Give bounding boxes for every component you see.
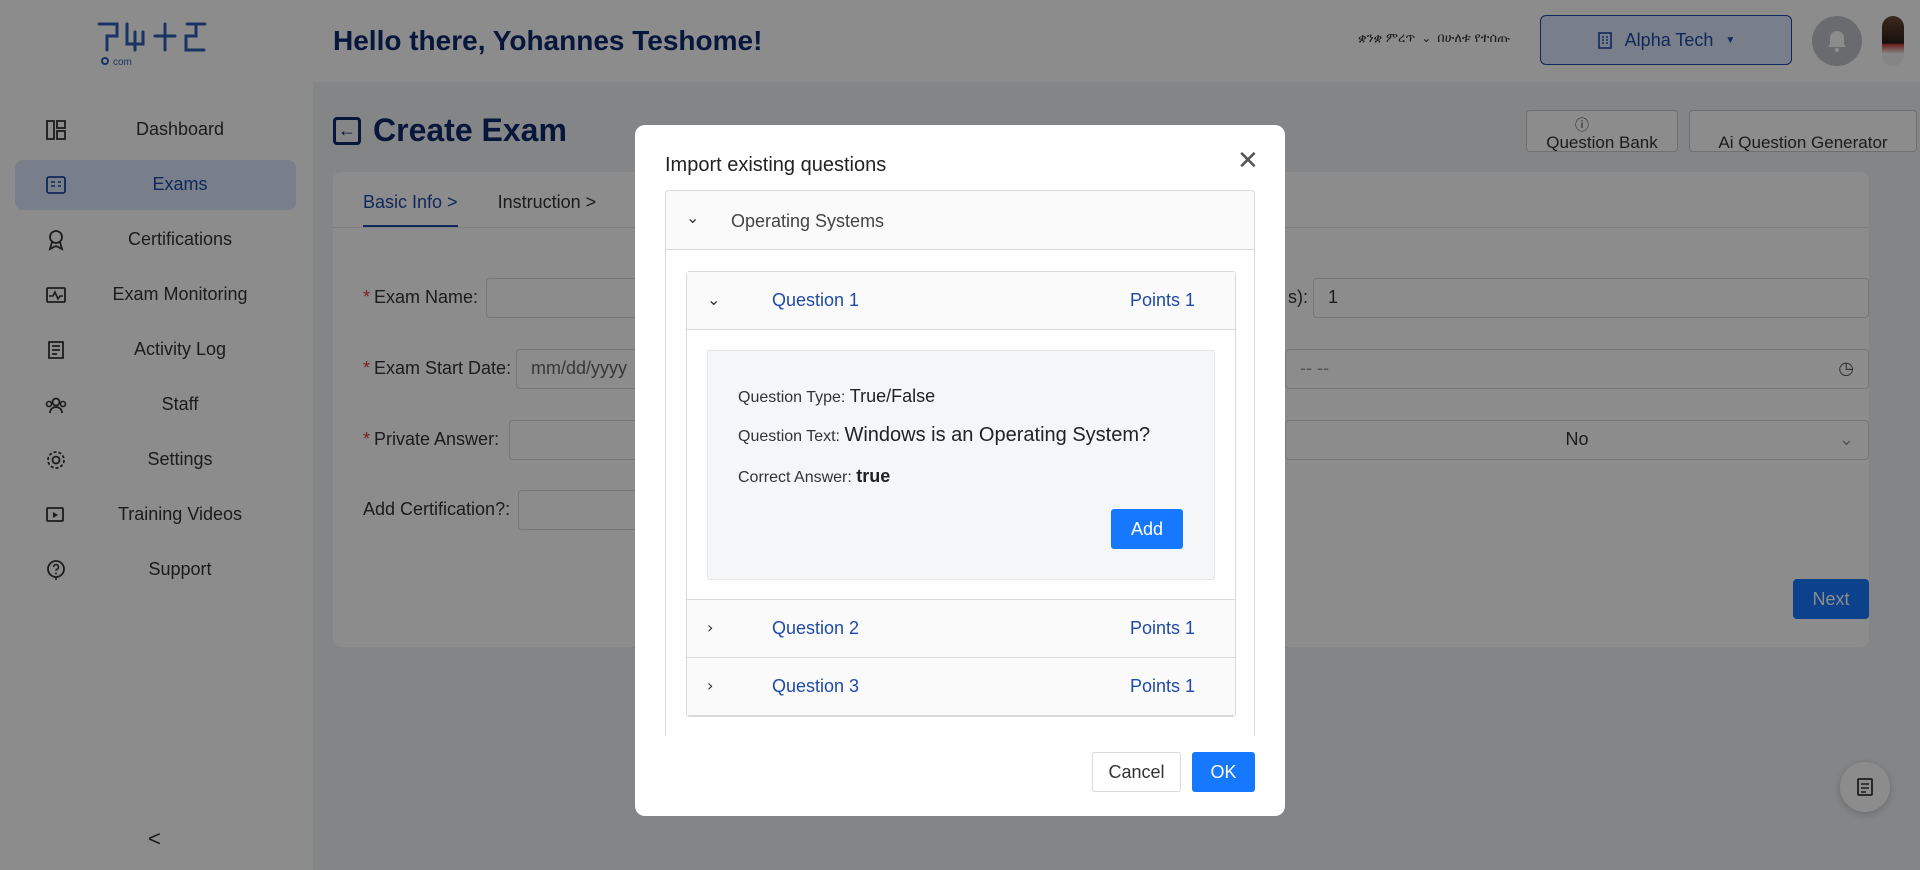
category-header[interactable]: ⌄ Operating Systems [666, 191, 1254, 250]
chevron-down-icon[interactable]: ⌄ [686, 208, 699, 227]
question-points: Points 1 [1129, 676, 1195, 696]
correct-answer-row: Correct Answer: true [738, 466, 890, 487]
question-title: Question 1 [772, 290, 860, 310]
close-icon[interactable]: ✕ [1237, 147, 1259, 173]
chevron-down-icon[interactable]: ⌄ [707, 290, 720, 309]
question-content: Question Type: True/False Question Text:… [687, 329, 1235, 599]
chevron-right-icon[interactable]: › [707, 618, 713, 637]
question-text-label: Question Text: [738, 428, 840, 445]
question-title: Question 3 [772, 676, 860, 696]
correct-answer-value: true [856, 466, 891, 486]
question-item: › Question 2 Points 1 [687, 600, 1235, 658]
question-item: ⌄ Question 1 Points 1 Question Type: Tru… [687, 272, 1235, 600]
question-header[interactable]: › Question 2 Points 1 [687, 600, 1235, 657]
question-header[interactable]: › Question 3 Points 1 [687, 658, 1235, 715]
question-type-label: Question Type: [738, 389, 846, 406]
question-type-value: True/False [849, 386, 936, 406]
question-item: › Question 3 Points 1 [687, 658, 1235, 716]
add-question-button[interactable]: Add [1111, 509, 1183, 549]
cancel-button[interactable]: Cancel [1092, 752, 1181, 792]
question-text-row: Question Text: Windows is an Operating S… [738, 424, 1150, 447]
question-points: Points 1 [1129, 290, 1195, 310]
import-questions-modal: Import existing questions ✕ ⌄ Operating … [635, 125, 1285, 816]
correct-answer-label: Correct Answer: [738, 469, 852, 486]
question-title: Question 2 [772, 618, 860, 638]
modal-body: ⌄ Operating Systems ⌄ Question 1 Points … [665, 190, 1255, 736]
ok-button[interactable]: OK [1192, 752, 1255, 792]
modal-title: Import existing questions [665, 154, 887, 176]
chevron-right-icon[interactable]: › [707, 676, 713, 695]
category-name: Operating Systems [731, 211, 885, 231]
question-points: Points 1 [1129, 618, 1195, 638]
question-header[interactable]: ⌄ Question 1 Points 1 [687, 272, 1235, 329]
question-detail-box: Question Type: True/False Question Text:… [707, 350, 1215, 580]
question-type-row: Question Type: True/False [738, 386, 935, 407]
question-list: ⌄ Question 1 Points 1 Question Type: Tru… [686, 271, 1236, 717]
question-text-value: Windows is an Operating System? [844, 424, 1151, 446]
